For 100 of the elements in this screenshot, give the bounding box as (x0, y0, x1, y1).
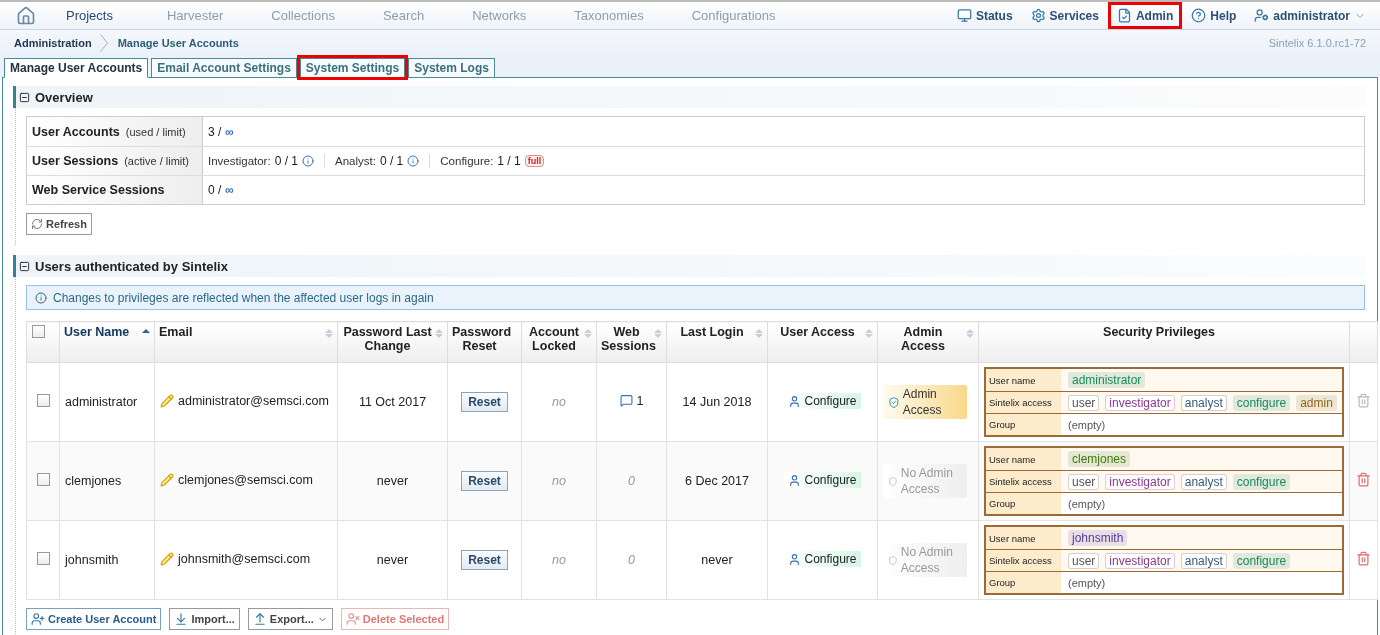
session-icon (619, 394, 633, 408)
value-text: 0 / 1 (274, 154, 298, 168)
user-name: clemjones (65, 474, 122, 488)
privilege-tag: configure (1232, 552, 1291, 569)
privilege-tag: investigator (1105, 552, 1175, 569)
user-remove-icon (345, 612, 360, 626)
reset-button[interactable]: Reset (461, 471, 508, 491)
email-text: johnsmith@semsci.com (178, 551, 311, 566)
privilege-tag: administrator (1068, 372, 1146, 388)
password-change-date: 11 Oct 2017 (358, 395, 427, 409)
user-icon (1254, 8, 1270, 23)
privilege-label: Sintelix access (986, 471, 1061, 492)
nav-link[interactable]: Services (1024, 5, 1105, 26)
import-icon (174, 612, 189, 626)
password-change-date: never (376, 474, 409, 488)
action-button[interactable]: Create User Account (26, 608, 162, 630)
notice-text: Changes to privileges are reflected when the affected user logs in again (53, 290, 434, 305)
nav-link[interactable]: Help (1185, 5, 1243, 26)
privilege-tag: admin (1296, 394, 1337, 411)
locked-status: no (552, 395, 566, 409)
breadcrumb-item[interactable]: Administration (14, 37, 92, 49)
privilege-label: User name (986, 369, 1061, 391)
privilege-label: Group (986, 572, 1061, 593)
action-button[interactable]: Export... (247, 608, 333, 630)
session-label: Configure: (440, 155, 494, 167)
limit-text: ∞ (225, 124, 234, 139)
last-login-date: 14 Jun 2018 (682, 395, 752, 409)
edit-icon[interactable] (160, 472, 174, 487)
version-label: Sintelix 6.1.0.rc1-72 (1268, 37, 1366, 49)
privilege-tag: clemjones (1068, 451, 1131, 467)
shield-icon (888, 394, 900, 410)
nav-link[interactable]: administrator (1248, 5, 1372, 26)
action-button[interactable]: Import... (169, 608, 240, 630)
limit-text: ∞ (225, 183, 234, 197)
collapse-icon[interactable] (19, 91, 30, 103)
privilege-tag: investigator (1105, 473, 1175, 490)
privilege-label: User name (986, 448, 1061, 470)
nav-link[interactable]: Admin (1110, 5, 1180, 26)
privilege-tag: analyst (1180, 473, 1227, 490)
nav-item[interactable]: Projects (66, 8, 113, 23)
row-checkbox[interactable] (36, 473, 50, 486)
gear-icon (1030, 8, 1046, 23)
privilege-tag: user (1068, 394, 1100, 411)
section-title: Overview (35, 89, 93, 105)
export-icon (252, 612, 267, 626)
email-text: clemjones@semsci.com (178, 472, 313, 487)
tab[interactable]: System Settings (299, 58, 406, 77)
tab[interactable]: Email Account Settings (151, 58, 297, 77)
info-icon[interactable] (302, 155, 314, 167)
delete-icon[interactable] (1356, 472, 1371, 487)
privilege-tag: analyst (1180, 552, 1227, 569)
refresh-button[interactable]: Refresh (26, 213, 92, 235)
privilege-value: (empty) (1068, 418, 1106, 431)
row-label: Web Service Sessions (32, 183, 165, 197)
nav-link[interactable]: Status (950, 5, 1019, 26)
user-plus-icon (31, 612, 45, 626)
row-label: User Accounts (32, 124, 120, 139)
privilege-label: Group (986, 414, 1061, 435)
row-hint: (active / limit) (124, 155, 189, 167)
tab[interactable]: System Logs (408, 58, 495, 77)
status-badge: full (524, 155, 545, 167)
privilege-label: User name (986, 527, 1061, 549)
row-checkbox[interactable] (36, 552, 50, 565)
session-count: 1 (636, 393, 644, 408)
select-all-checkbox[interactable] (31, 325, 45, 338)
user-name: johnsmith (65, 553, 119, 567)
edit-icon[interactable] (160, 551, 174, 566)
user-icon (788, 552, 802, 566)
last-login-date: 6 Dec 2017 (685, 474, 749, 488)
collapse-icon[interactable] (19, 260, 30, 272)
user-icon (788, 473, 802, 487)
reset-button[interactable]: Reset (461, 550, 508, 570)
session-count: 0 (628, 553, 635, 567)
column-header: Security Privileges (1102, 325, 1216, 339)
value-text: 1 / 1 (497, 154, 521, 168)
breadcrumb-separator-icon (99, 34, 108, 52)
monitor-icon (956, 8, 972, 23)
info-icon[interactable] (407, 155, 420, 167)
privilege-tag: user (1068, 552, 1100, 569)
locked-status: no (552, 474, 566, 488)
user-icon (788, 394, 802, 408)
sort-icon[interactable] (142, 329, 150, 333)
document-icon (1116, 8, 1132, 23)
privilege-label: Sintelix access (986, 392, 1061, 413)
privilege-tag: johnsmith (1068, 530, 1128, 546)
reset-button[interactable]: Reset (461, 392, 508, 412)
privilege-label: Group (986, 493, 1061, 514)
info-icon (35, 291, 47, 304)
delete-icon[interactable] (1356, 551, 1371, 566)
session-count: 0 (628, 474, 635, 488)
session-label: Analyst: (335, 155, 376, 167)
edit-icon[interactable] (160, 393, 174, 408)
privilege-tag: configure (1232, 473, 1291, 490)
tab[interactable]: Manage User Accounts (4, 58, 149, 78)
breadcrumb-item: Manage User Accounts (117, 37, 239, 49)
password-change-date: never (376, 553, 409, 567)
home-icon[interactable] (16, 5, 36, 26)
privilege-tag: analyst (1180, 394, 1227, 411)
row-checkbox[interactable] (36, 394, 50, 407)
value-text: 0 / (208, 183, 222, 197)
